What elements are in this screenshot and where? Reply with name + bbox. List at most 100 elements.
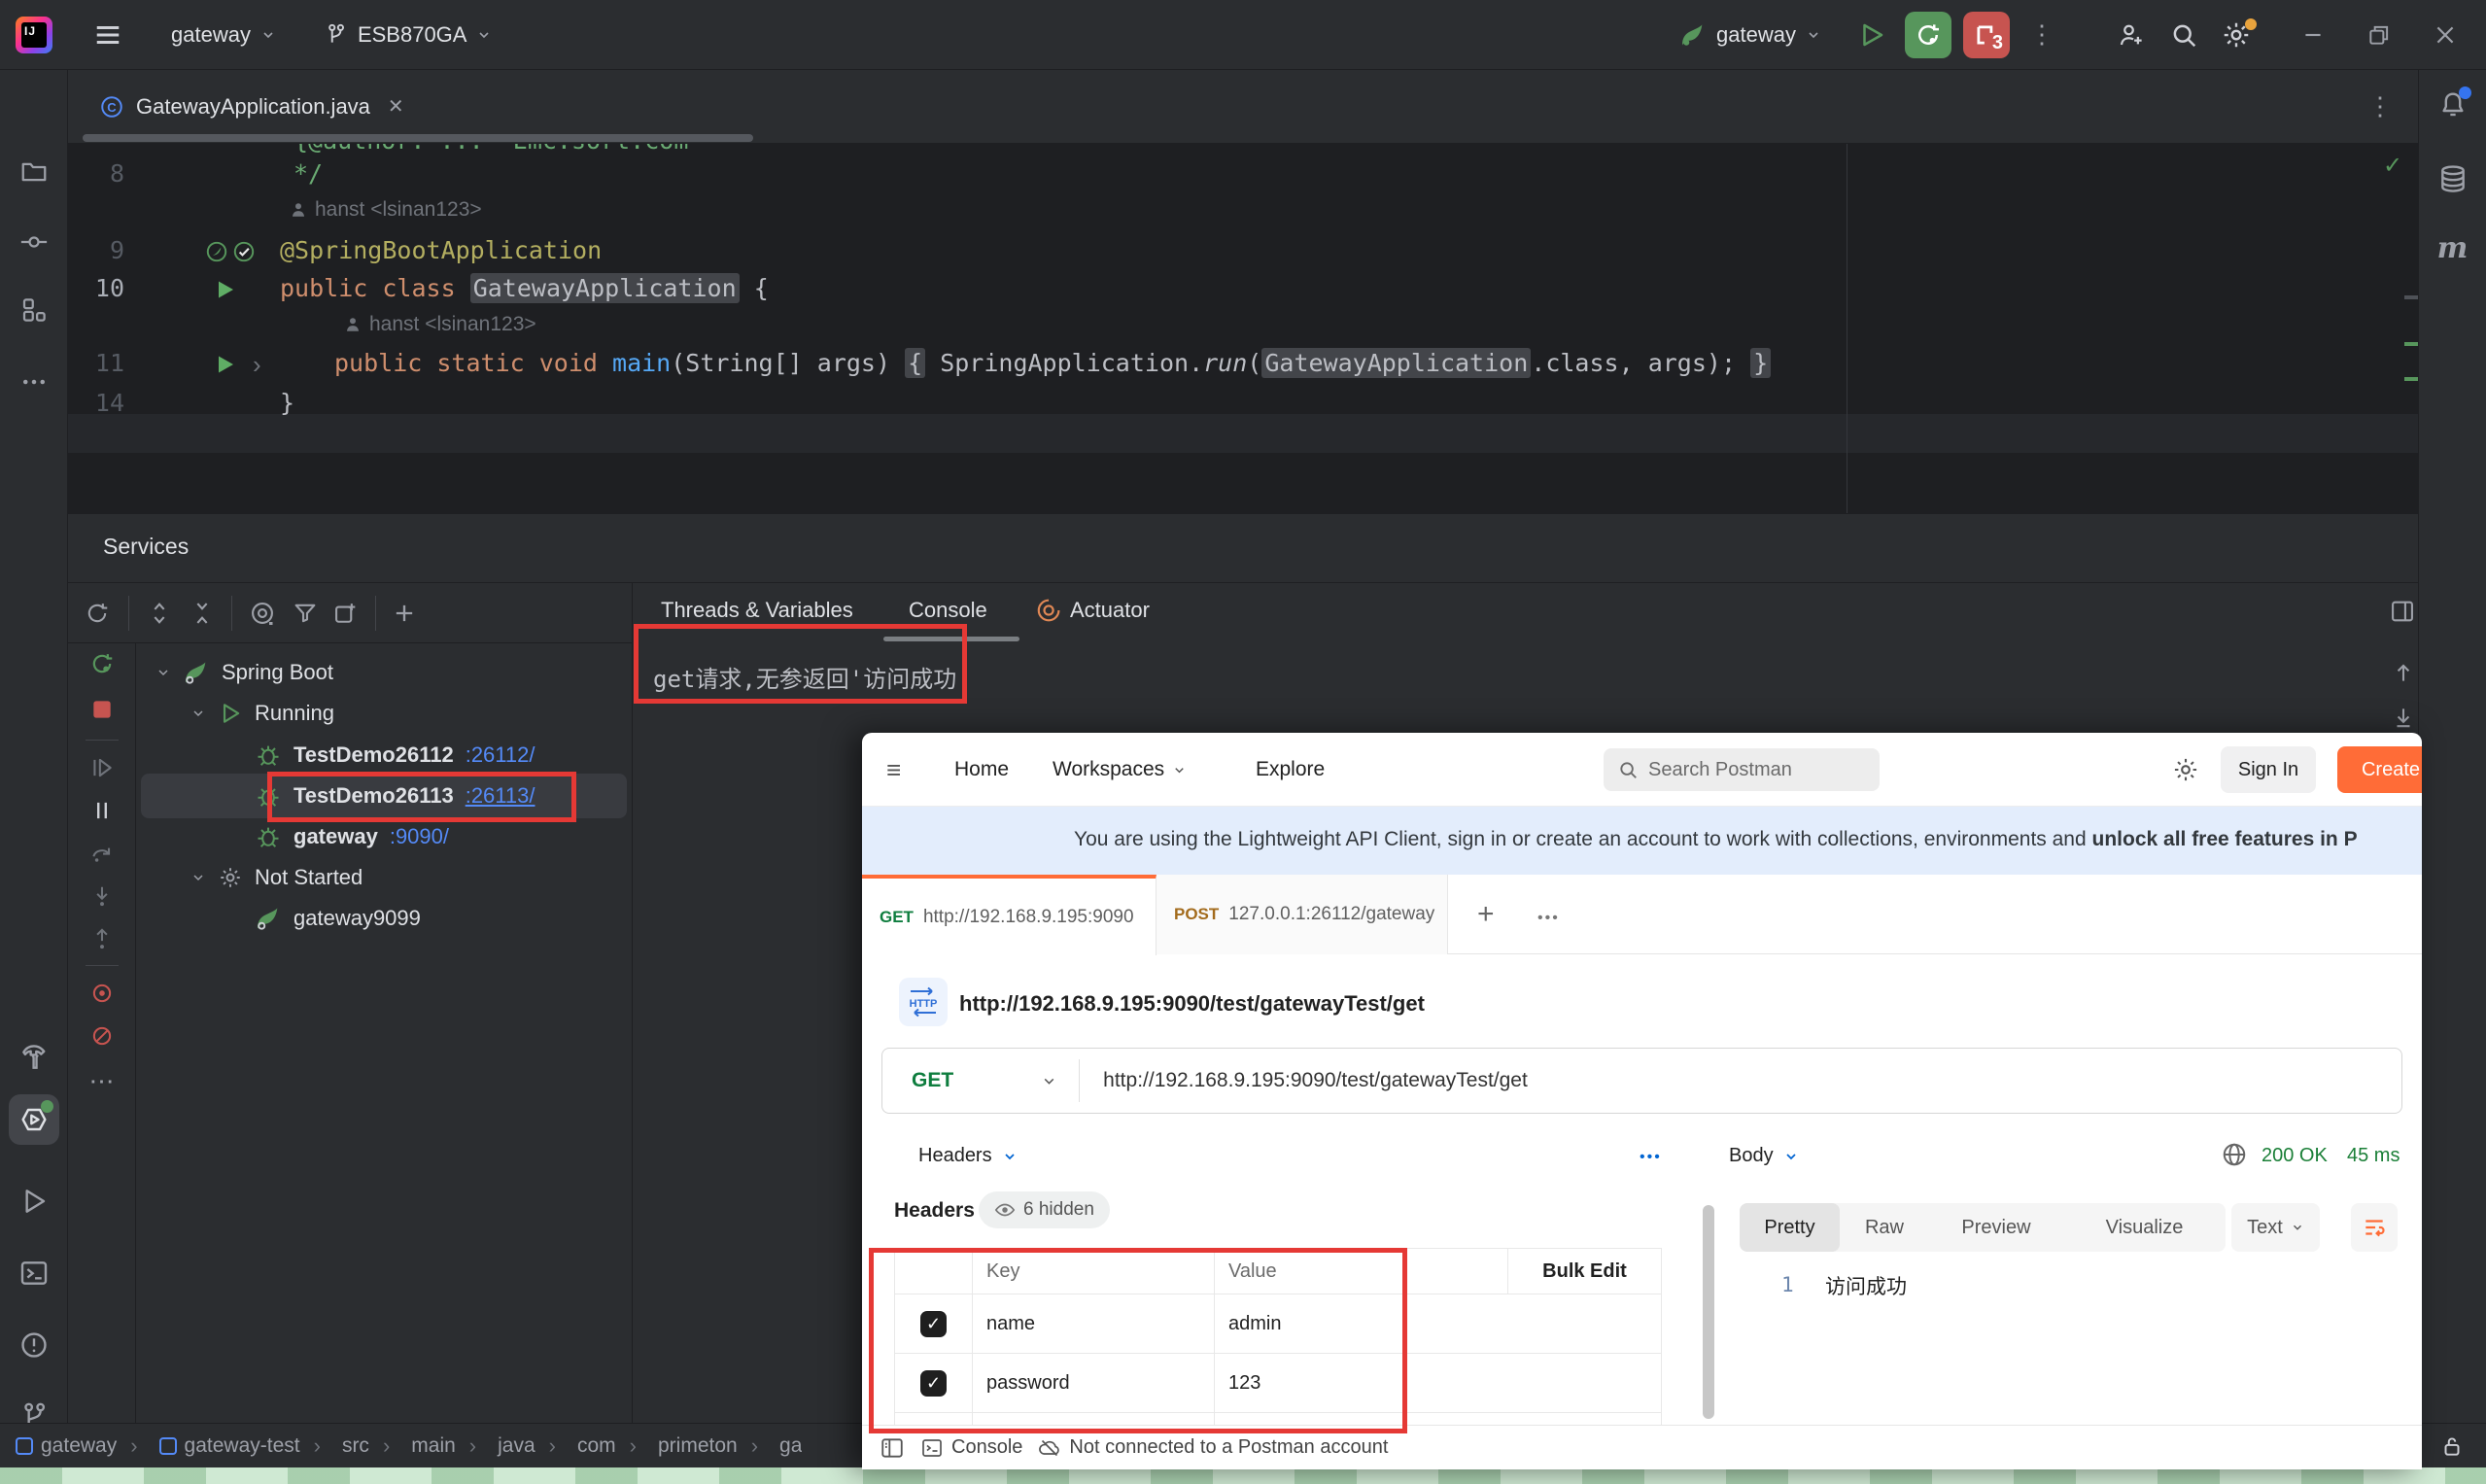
request-tab-post[interactable]: POST 127.0.0.1:26112/gateway	[1157, 875, 1448, 954]
wrap-text-button[interactable]	[2351, 1203, 2398, 1252]
close-tab-icon[interactable]: ✕	[388, 94, 404, 119]
step-out-button[interactable]	[89, 926, 115, 951]
breadcrumb[interactable]: gateway gateway-test src main java com p…	[16, 1433, 802, 1459]
search-everywhere-button[interactable]	[2158, 13, 2210, 57]
view-visualize[interactable]: Visualize	[2063, 1203, 2226, 1252]
bulk-edit-button[interactable]: Bulk Edit	[1507, 1249, 1661, 1294]
inspection-ok-icon[interactable]: ✓	[2383, 152, 2402, 180]
tab-options-button[interactable]: ⋮	[2367, 91, 2418, 121]
postman-menu-button[interactable]: ≡	[886, 733, 901, 807]
view-pretty[interactable]: Pretty	[1740, 1203, 1840, 1252]
view-raw[interactable]: Raw	[1840, 1203, 1929, 1252]
sign-in-button[interactable]: Sign In	[2221, 746, 2316, 793]
database-tool-button[interactable]	[2437, 163, 2469, 194]
chevron-down-icon[interactable]	[1041, 1073, 1057, 1089]
pause-program-button[interactable]	[89, 798, 115, 823]
spring-bean-icon[interactable]	[204, 239, 229, 264]
more-debug-actions-button[interactable]: ⋯	[89, 1066, 115, 1096]
response-body-selector[interactable]: Body	[1729, 1145, 1799, 1167]
code-editor[interactable]: 8 9 10 11 14 › {@author: ... Emc.sort.co…	[68, 144, 2418, 513]
step-over-button[interactable]	[89, 841, 115, 866]
commit-tool-button[interactable]	[19, 227, 49, 257]
close-button[interactable]	[2424, 22, 2467, 48]
maven-tool-button[interactable]: m	[2437, 231, 2469, 265]
tree-node-running[interactable]: Running	[190, 693, 334, 734]
vcs-branch-selector[interactable]: ESB870GA	[311, 15, 504, 55]
settings-button[interactable]	[2210, 13, 2262, 57]
problems-tool-button[interactable]	[18, 1329, 50, 1361]
main-menu-button[interactable]	[82, 13, 134, 57]
view-breakpoints-button[interactable]	[89, 981, 115, 1006]
editor-horizontal-scrollbar[interactable]	[83, 134, 753, 142]
refresh-services-button[interactable]	[84, 600, 111, 627]
sidebar-toggle-icon[interactable]	[880, 1435, 905, 1461]
tree-node-gateway9099[interactable]: gateway9099	[255, 898, 421, 939]
code-with-me-button[interactable]	[2105, 13, 2158, 57]
notifications-button[interactable]	[2437, 89, 2469, 121]
view-options-button[interactable]	[249, 600, 276, 627]
project-selector[interactable]: gateway	[159, 15, 288, 55]
mute-breakpoints-button[interactable]	[89, 1023, 115, 1049]
write-access-widget[interactable]	[2439, 1433, 2465, 1459]
nav-home[interactable]: Home	[954, 733, 1009, 807]
terminal-tool-button[interactable]	[18, 1258, 50, 1289]
stop-process-button[interactable]	[89, 697, 115, 722]
rerun-debug-session-button[interactable]	[88, 650, 116, 677]
new-tab-button[interactable]: +	[1477, 898, 1495, 931]
structure-tool-button[interactable]	[19, 295, 49, 325]
run-configuration-selector[interactable]: gateway	[1668, 14, 1833, 56]
search-input[interactable]: Search Postman	[1604, 748, 1880, 791]
format-select[interactable]: Text	[2231, 1203, 2320, 1252]
add-service-button[interactable]	[391, 600, 418, 627]
run-class-gutter-button[interactable]	[214, 278, 237, 301]
url-input[interactable]: http://192.168.9.195:9090/test/gatewayTe…	[1103, 1069, 1528, 1092]
tab-threads-variables[interactable]: Threads & Variables	[661, 598, 853, 623]
nav-workspaces[interactable]: Workspaces	[1053, 733, 1187, 807]
maximize-button[interactable]	[2358, 22, 2400, 48]
status-badge[interactable]: 200 OK	[2262, 1145, 2328, 1167]
pane-scrollbar[interactable]	[1703, 1205, 1714, 1419]
create-button[interactable]: Create	[2337, 746, 2422, 793]
collapse-all-button[interactable]	[189, 600, 216, 627]
more-tool-windows-button[interactable]	[19, 367, 49, 397]
tree-node-spring-boot[interactable]: Spring Boot	[155, 652, 333, 693]
view-preview[interactable]: Preview	[1929, 1203, 2063, 1252]
request-section-selector[interactable]: Headers	[918, 1145, 1018, 1167]
editor-tab[interactable]: C GatewayApplication.java ✕	[68, 70, 430, 143]
expand-all-button[interactable]	[146, 600, 173, 627]
scroll-down-button[interactable]	[2391, 705, 2416, 730]
stop-button[interactable]: 3	[1963, 12, 2010, 58]
author-inlay-hint[interactable]: hanst <lsinan123>	[290, 198, 482, 222]
scroll-up-button[interactable]	[2391, 660, 2416, 685]
request-tab-get[interactable]: GET http://192.168.9.195:9090	[862, 875, 1157, 955]
tree-node-gateway[interactable]: gateway:9090/	[255, 816, 449, 857]
layout-settings-button[interactable]	[2389, 598, 2416, 625]
build-tool-button[interactable]	[18, 1042, 50, 1073]
project-tool-button[interactable]	[19, 157, 49, 187]
nav-explore[interactable]: Explore	[1256, 733, 1325, 807]
filter-button[interactable]	[292, 600, 319, 627]
tree-node-testdemo26112[interactable]: TestDemo26112:26112/	[255, 735, 535, 776]
rerun-debug-button[interactable]	[1905, 12, 1951, 58]
run-main-gutter-button[interactable]	[214, 353, 237, 376]
minimize-button[interactable]	[2292, 22, 2334, 48]
run-button[interactable]	[1848, 12, 1895, 58]
tab-console[interactable]: Console	[909, 598, 987, 623]
tab-actuator[interactable]: Actuator	[1035, 598, 1150, 623]
run-tool-button[interactable]	[18, 1186, 50, 1217]
response-time-badge[interactable]: 45 ms	[2347, 1145, 2400, 1167]
postman-settings-button[interactable]	[2172, 733, 2199, 807]
open-in-new-tab-button[interactable]	[332, 600, 360, 627]
fold-chevron-icon[interactable]: ›	[253, 350, 261, 380]
resume-program-button[interactable]	[89, 755, 115, 780]
more-actions-button[interactable]: ⋮	[2018, 12, 2066, 57]
services-tool-button[interactable]	[9, 1094, 59, 1145]
hidden-headers-toggle[interactable]: 6 hidden	[979, 1191, 1110, 1228]
spring-bean-check-icon[interactable]	[231, 239, 257, 264]
method-select[interactable]: GET	[912, 1069, 953, 1092]
tab-options-button[interactable]: •••	[1537, 906, 1560, 928]
postman-console-button[interactable]: Console	[920, 1436, 1022, 1460]
step-into-button[interactable]	[89, 883, 115, 909]
tree-node-not-started[interactable]: Not Started	[190, 857, 363, 898]
author-inlay-hint[interactable]: hanst <lsinan123>	[344, 313, 536, 336]
